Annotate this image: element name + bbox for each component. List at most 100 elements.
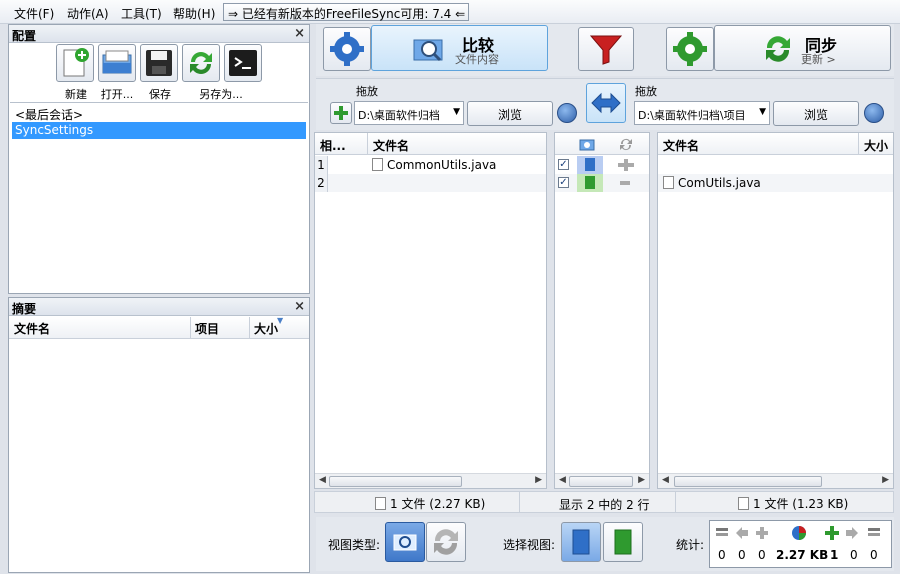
menu-help[interactable]: 帮助(H) bbox=[173, 5, 215, 22]
table-row[interactable]: 2 bbox=[315, 174, 546, 192]
delete-right-icon[interactable] bbox=[619, 179, 631, 187]
scroll-right-icon[interactable]: ▶ bbox=[882, 475, 889, 485]
swap-arrows-icon bbox=[591, 92, 621, 114]
menu-bar: 文件(F) 动作(A) 工具(T) 帮助(H) ⇒ 已经有新版本的FreeFil… bbox=[0, 0, 900, 24]
scroll-thumb[interactable] bbox=[329, 476, 462, 487]
left-col-relative[interactable]: 相... bbox=[315, 133, 367, 155]
right-col-size[interactable]: 大小 bbox=[858, 133, 893, 155]
camera-compare-icon[interactable] bbox=[579, 137, 595, 151]
sync-gray-icon bbox=[434, 529, 458, 555]
status-divider bbox=[675, 492, 676, 512]
right-only-icon bbox=[577, 174, 603, 192]
row-number: 2 bbox=[315, 174, 328, 192]
session-item-last[interactable]: <最后会话> bbox=[12, 105, 306, 122]
open-config-button[interactable] bbox=[98, 44, 136, 82]
scroll-right-icon[interactable]: ▶ bbox=[638, 475, 645, 485]
table-row[interactable]: ✓ bbox=[555, 156, 649, 174]
show-right-only-button[interactable] bbox=[603, 522, 643, 562]
menu-tools[interactable]: 工具(T) bbox=[121, 5, 162, 22]
chevron-down-icon[interactable]: ▼ bbox=[453, 107, 460, 117]
swap-sides-button[interactable] bbox=[586, 83, 626, 123]
delete-left-stat-icon bbox=[716, 528, 728, 536]
status-divider bbox=[519, 492, 520, 512]
left-file-grid: 相... 文件名 1 CommonUtils.java 2 ◀ ▶ bbox=[314, 132, 547, 489]
right-folder-input[interactable]: D:\桌面软件归档\项目 ▼ bbox=[634, 101, 770, 125]
view-type-label: 视图类型: bbox=[328, 538, 381, 552]
view-type-sync-button[interactable] bbox=[426, 522, 466, 562]
show-left-only-button[interactable] bbox=[561, 522, 601, 562]
left-folder-input[interactable]: D:\桌面软件归档 ▼ bbox=[354, 101, 464, 125]
create-right-stat-icon bbox=[825, 526, 839, 540]
middle-status-text: 显示 2 中的 2 行 bbox=[559, 498, 650, 512]
config-panel-header: 配置 × bbox=[9, 25, 309, 43]
table-row[interactable]: 1 CommonUtils.java bbox=[315, 156, 546, 174]
sort-desc-icon: ▼ bbox=[277, 316, 284, 325]
table-row[interactable]: ComUtils.java bbox=[658, 174, 893, 192]
sync-direction-icon[interactable] bbox=[618, 136, 634, 152]
save-disk-icon bbox=[146, 50, 172, 76]
scroll-right-icon[interactable]: ▶ bbox=[535, 475, 542, 485]
save-label: 保存 bbox=[149, 88, 171, 101]
summary-col-size[interactable]: 大小 bbox=[254, 320, 278, 337]
left-horizontal-scrollbar[interactable]: ◀ ▶ bbox=[315, 473, 546, 488]
right-browse-button[interactable]: 浏览 bbox=[773, 101, 859, 126]
sync-button[interactable]: 同步 更新 > bbox=[714, 25, 891, 71]
chevron-down-icon[interactable]: ▼ bbox=[757, 107, 766, 117]
table-row[interactable]: ✓ bbox=[555, 174, 649, 192]
middle-horizontal-scrollbar[interactable]: ◀ ▶ bbox=[555, 473, 649, 488]
row-checkbox[interactable]: ✓ bbox=[558, 177, 569, 188]
scroll-left-icon[interactable]: ◀ bbox=[662, 475, 669, 485]
config-panel: 配置 × 新建 打开... 保存 另存为... <最后会话> SyncSetti… bbox=[8, 24, 310, 294]
right-horizontal-scrollbar[interactable]: ◀ ▶ bbox=[658, 473, 893, 488]
right-drop-label: 拖放 bbox=[635, 85, 657, 98]
new-label: 新建 bbox=[65, 88, 87, 101]
new-config-button[interactable] bbox=[56, 44, 94, 82]
scroll-thumb[interactable] bbox=[569, 476, 633, 487]
left-col-filename[interactable]: 文件名 bbox=[367, 133, 546, 155]
summary-panel-close-icon[interactable]: × bbox=[294, 299, 305, 314]
stats-label: 统计: bbox=[676, 538, 705, 552]
file-name-cell: CommonUtils.java bbox=[372, 158, 496, 172]
session-item-syncsettings[interactable]: SyncSettings bbox=[12, 122, 306, 139]
session-list: <最后会话> SyncSettings bbox=[10, 102, 308, 292]
open-label: 打开... bbox=[100, 88, 134, 101]
summary-col-filename[interactable]: 文件名 bbox=[14, 320, 50, 337]
scroll-thumb[interactable] bbox=[674, 476, 822, 487]
add-folder-pair-button[interactable] bbox=[330, 102, 352, 124]
create-right-icon[interactable] bbox=[617, 158, 635, 172]
summary-col-item[interactable]: 项目 bbox=[195, 320, 219, 337]
left-browse-button[interactable]: 浏览 bbox=[467, 101, 553, 126]
gear-green-icon bbox=[673, 32, 707, 66]
folder-pair-row: 拖放 D:\桌面软件归档 ▼ 浏览 拖放 D:\桌面软件归档\项目 ▼ 浏览 bbox=[316, 78, 894, 130]
save-config-button[interactable] bbox=[140, 44, 178, 82]
save-as-config-button[interactable] bbox=[182, 44, 220, 82]
menu-file[interactable]: 文件(F) bbox=[14, 5, 54, 22]
row-checkbox[interactable]: ✓ bbox=[558, 159, 569, 170]
right-col-filename[interactable]: 文件名 bbox=[658, 133, 858, 155]
table-row[interactable] bbox=[658, 156, 893, 174]
scroll-left-icon[interactable]: ◀ bbox=[319, 475, 326, 485]
scroll-left-icon[interactable]: ◀ bbox=[559, 475, 566, 485]
statistics-box: 0 0 0 2.27 KB 1 0 0 bbox=[709, 520, 892, 568]
update-notice-link[interactable]: ⇒ 已经有新版本的FreeFileSync可用: 7.4 ⇐ bbox=[223, 3, 469, 21]
column-divider bbox=[190, 317, 191, 339]
menu-actions[interactable]: 动作(A) bbox=[67, 5, 109, 22]
compare-settings-button[interactable] bbox=[323, 27, 371, 71]
batch-job-button[interactable] bbox=[224, 44, 262, 82]
left-cloud-globe-icon[interactable] bbox=[557, 103, 577, 123]
sync-settings-button[interactable] bbox=[666, 27, 714, 71]
file-icon bbox=[738, 497, 749, 510]
right-file-name: ComUtils.java bbox=[678, 176, 761, 190]
filter-button[interactable] bbox=[578, 27, 634, 71]
config-panel-close-icon[interactable]: × bbox=[294, 26, 305, 41]
config-panel-title: 配置 bbox=[12, 29, 37, 43]
delete-right-stat-icon bbox=[868, 528, 880, 536]
compare-button[interactable]: 比较 文件内容 bbox=[371, 25, 548, 71]
file-name-cell: ComUtils.java bbox=[663, 176, 761, 190]
summary-header-row: 文件名 项目 大小 ▼ bbox=[9, 316, 309, 339]
view-type-compare-button[interactable] bbox=[385, 522, 425, 562]
left-file-name: CommonUtils.java bbox=[387, 158, 497, 172]
stat-create-left: 0 bbox=[758, 548, 766, 562]
left-status-text: 1 文件 (2.27 KB) bbox=[390, 497, 486, 511]
right-cloud-globe-icon[interactable] bbox=[864, 103, 884, 123]
